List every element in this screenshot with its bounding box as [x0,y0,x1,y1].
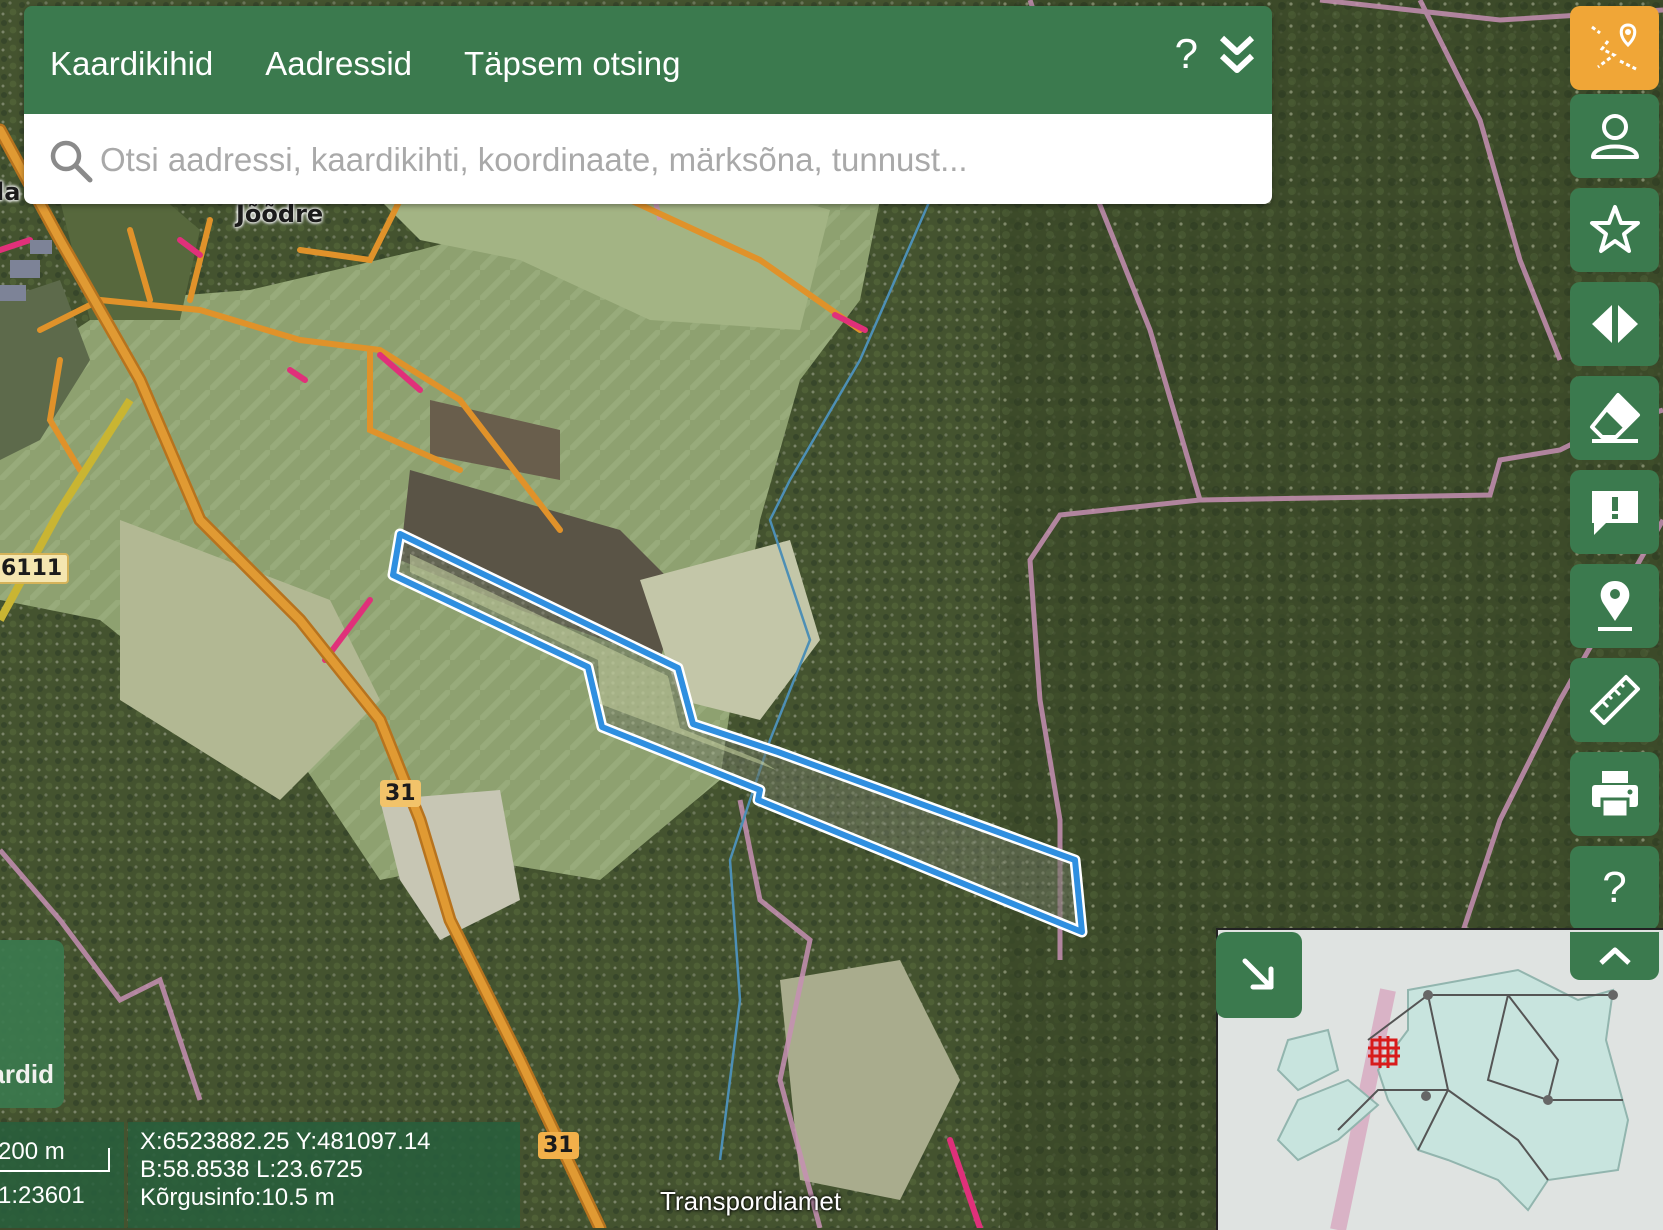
scale-bar: 200 m 1:23601 [0,1122,124,1228]
toolbar-collapse-button[interactable] [1570,932,1659,980]
route-pin-icon [1590,23,1637,71]
coord-xy: X:6523882.25 Y:481097.14 [140,1128,431,1155]
tab-addresses[interactable]: Aadressid [265,37,412,83]
minimap-toggle-button[interactable] [1216,932,1302,1018]
login-button[interactable] [1570,94,1659,178]
star-icon [1589,205,1640,253]
chevron-up-icon [1598,947,1631,965]
map-layers-panel-button[interactable]: Kaardid [0,940,64,1108]
search-panel: Kaardikihid Aadressid Täpsem otsing ? [24,6,1272,204]
question-icon: ? [1602,863,1627,912]
road-label-31-upper: 31 [380,780,421,807]
search-tabs: Kaardikihid Aadressid Täpsem otsing ? [24,6,1272,114]
coord-bl: B:58.8538 L:23.6725 [140,1156,363,1183]
coord-height: Kõrgusinfo:10.5 m [140,1184,335,1211]
help-button[interactable]: ? [1570,846,1659,930]
road-label-6111: 6111 [0,553,70,584]
scale-ratio: 1:23601 [0,1182,85,1209]
arrow-down-right-icon [1242,958,1274,990]
search-input[interactable] [98,114,1242,204]
eraser-icon [1589,393,1640,443]
measure-button[interactable] [1570,658,1659,742]
tab-advanced-search[interactable]: Täpsem otsing [464,37,680,83]
layers-panel-label: Kaardid [0,1059,54,1089]
location-pin-icon [1597,581,1632,631]
search-icon [50,140,93,183]
place-label-partial: la [0,178,21,206]
feedback-button[interactable] [1570,470,1659,554]
split-arrows-icon [1591,305,1638,343]
place-label-joodre: Jõõdre [236,200,324,228]
search-box [24,114,1272,204]
coordinate-readout: X:6523882.25 Y:481097.14 B:58.8538 L:23.… [128,1122,520,1228]
chevron-double-down-icon[interactable] [1216,32,1258,80]
compare-button[interactable] [1570,282,1659,366]
print-button[interactable] [1570,752,1659,836]
clear-button[interactable] [1570,376,1659,460]
user-icon [1590,114,1639,159]
location-button[interactable] [1570,564,1659,648]
route-tool-button[interactable] [1570,6,1659,90]
message-alert-icon [1591,491,1638,535]
scale-label: 200 m [0,1138,65,1165]
printer-icon [1591,771,1638,819]
search-help-button[interactable]: ? [1175,30,1198,78]
road-label-31-lower: 31 [538,1132,579,1159]
ruler-icon [1589,675,1640,725]
favorites-button[interactable] [1570,188,1659,272]
map-attribution: Transpordiamet [660,1186,842,1216]
tab-map-layers[interactable]: Kaardikihid [50,37,213,83]
